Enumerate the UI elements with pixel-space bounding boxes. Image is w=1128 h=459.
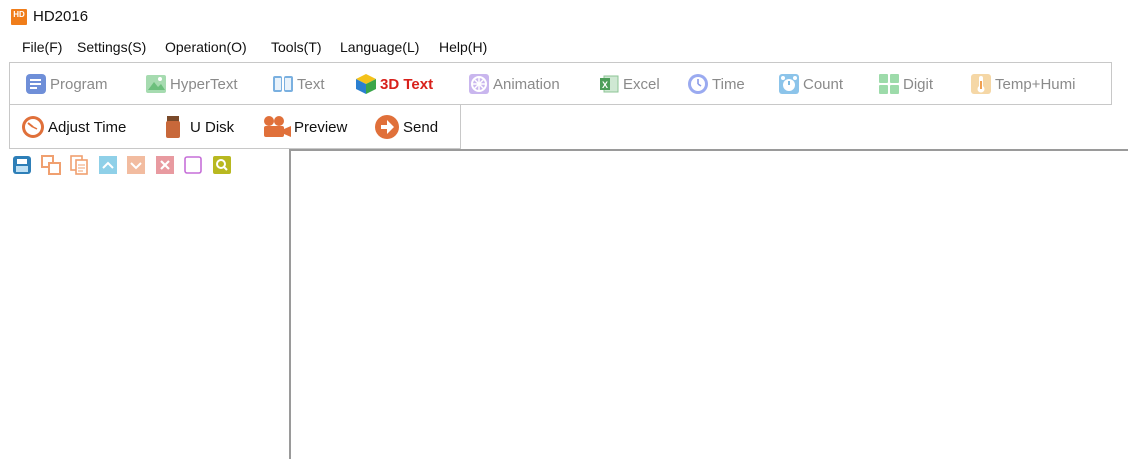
- preview-icon: [262, 116, 292, 138]
- count-icon: [778, 73, 800, 95]
- excel-label: Excel: [623, 75, 660, 93]
- svg-text:X: X: [602, 80, 608, 90]
- blank-icon[interactable]: [183, 155, 203, 175]
- menu-settings[interactable]: Settings(S): [77, 39, 146, 55]
- time-button[interactable]: Time: [687, 69, 745, 99]
- digit-icon: [878, 73, 900, 95]
- hypertext-button[interactable]: HyperText: [145, 69, 238, 99]
- menu-help[interactable]: Help(H): [439, 39, 487, 55]
- adjust-time-label: Adjust Time: [48, 118, 127, 136]
- preview-label: Preview: [294, 118, 348, 136]
- search-icon[interactable]: [212, 155, 232, 175]
- menu-bar: File(F) Settings(S) Operation(O) Tools(T…: [0, 36, 1128, 58]
- u-disk-button[interactable]: U Disk: [165, 112, 234, 142]
- 3d-text-icon: [355, 73, 377, 95]
- program-label: Program: [50, 75, 108, 93]
- save-icon[interactable]: [12, 155, 32, 175]
- program-button[interactable]: Program: [25, 69, 108, 99]
- temp-humi-icon: [970, 73, 992, 95]
- temp-humi-button[interactable]: Temp+Humi: [970, 69, 1075, 99]
- secondary-toolbar: Adjust Time U Disk Preview Send: [9, 105, 461, 149]
- digit-button[interactable]: Digit: [878, 69, 933, 99]
- menu-language[interactable]: Language(L): [340, 39, 419, 55]
- menu-tools[interactable]: Tools(T): [271, 39, 322, 55]
- animation-label: Animation: [493, 75, 560, 93]
- hypertext-icon: [145, 73, 167, 95]
- adjust-time-button[interactable]: Adjust Time: [21, 112, 126, 142]
- program-tools-bar: [12, 155, 240, 175]
- count-button[interactable]: Count: [778, 69, 843, 99]
- send-icon: [374, 114, 400, 140]
- preview-button[interactable]: Preview: [262, 112, 347, 142]
- delete-icon[interactable]: [155, 155, 175, 175]
- send-button[interactable]: Send: [374, 112, 438, 142]
- move-up-icon[interactable]: [98, 155, 118, 175]
- animation-button[interactable]: Animation: [468, 69, 560, 99]
- hypertext-label: HyperText: [170, 75, 238, 93]
- window-title: HD2016: [33, 8, 89, 25]
- 3d-text-button[interactable]: 3D Text: [355, 69, 433, 99]
- adjust-time-icon: [21, 115, 45, 139]
- digit-label: Digit: [903, 75, 934, 93]
- text-icon: [272, 73, 294, 95]
- paste-icon[interactable]: [69, 155, 89, 175]
- menu-operation[interactable]: Operation(O): [165, 39, 247, 55]
- u-disk-label: U Disk: [190, 118, 235, 136]
- animation-icon: [468, 73, 490, 95]
- send-label: Send: [403, 118, 439, 136]
- text-label: Text: [297, 75, 325, 93]
- title-bar: HD HD2016: [0, 0, 1128, 34]
- count-label: Count: [803, 75, 844, 93]
- copy-icon[interactable]: [40, 155, 61, 175]
- u-disk-icon: [165, 116, 181, 138]
- excel-icon: X: [598, 73, 620, 95]
- 3d-text-label: 3D Text: [380, 75, 434, 93]
- main-toolbar: Program HyperText Text 3D Text Animation…: [9, 62, 1112, 105]
- temp-humi-label: Temp+Humi: [995, 75, 1076, 93]
- app-logo-icon: HD: [11, 9, 27, 25]
- text-button[interactable]: Text: [272, 69, 325, 99]
- excel-button[interactable]: X Excel: [598, 69, 660, 99]
- time-icon: [687, 73, 709, 95]
- menu-file[interactable]: File(F): [22, 39, 62, 55]
- time-label: Time: [712, 75, 745, 93]
- editor-canvas[interactable]: [289, 149, 1128, 459]
- program-icon: [25, 73, 47, 95]
- program-list-panel: [0, 150, 289, 459]
- move-down-icon[interactable]: [126, 155, 146, 175]
